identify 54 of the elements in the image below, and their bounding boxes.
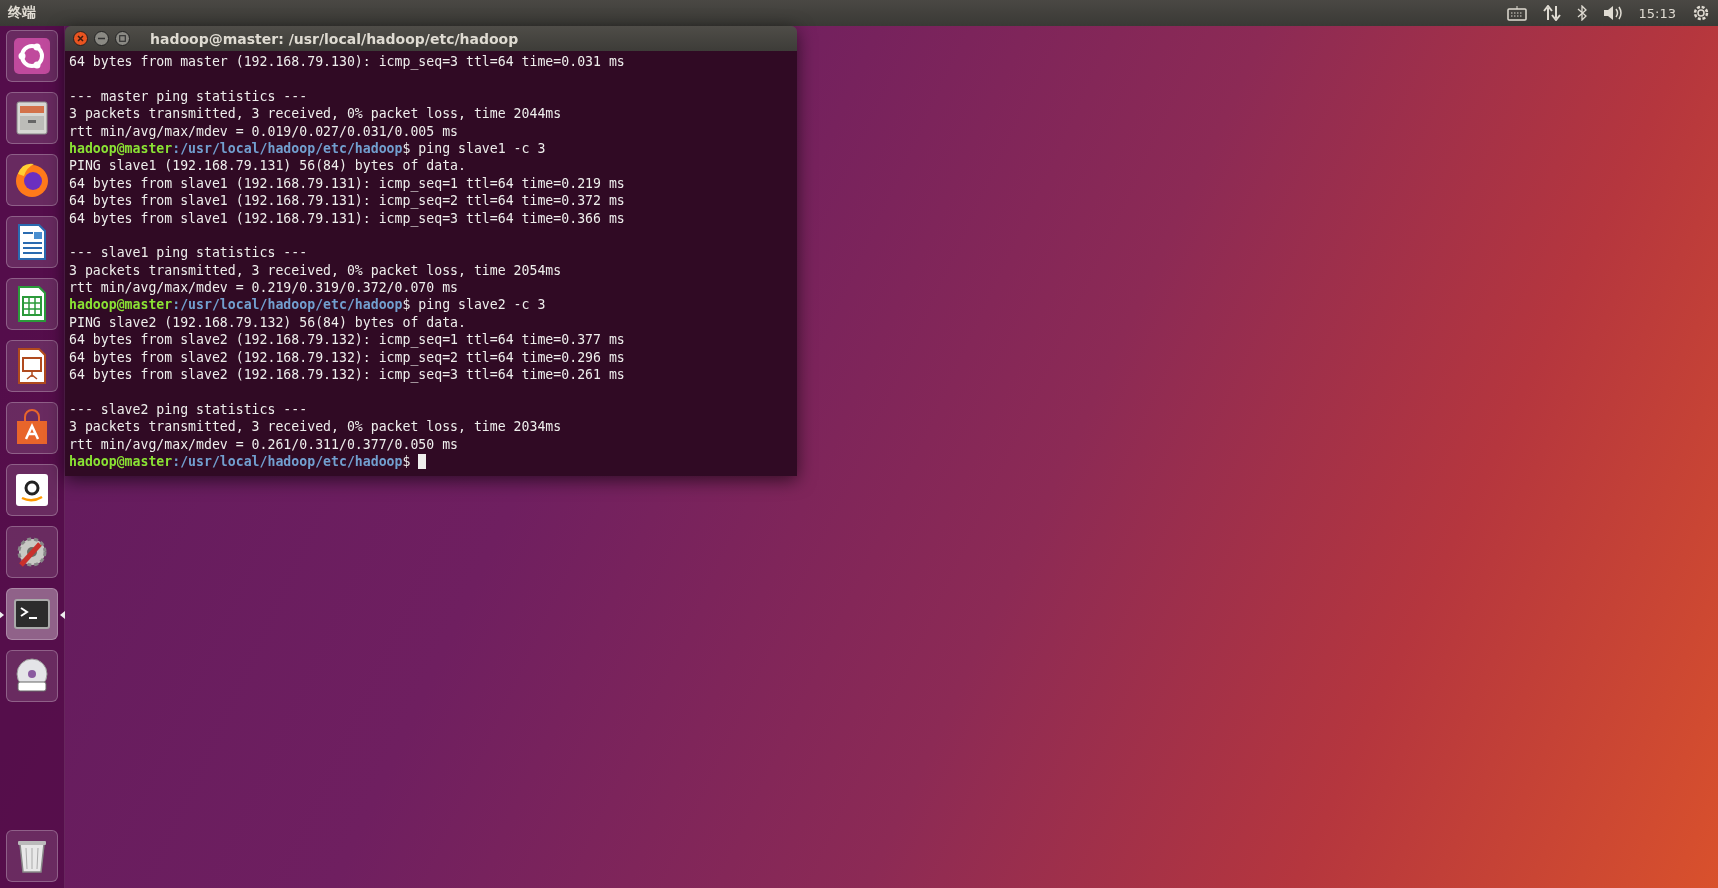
launcher-item[interactable] <box>6 464 58 516</box>
output-line: rtt min/avg/max/mdev = 0.019/0.027/0.031/0.005 ms <box>69 123 459 139</box>
command-text: $ ping slave1 -c 3 <box>402 140 546 156</box>
prompt-user: hadoop@master <box>69 454 173 469</box>
prompt-path: :/usr/local/hadoop/etc/hadoop <box>172 297 403 313</box>
trash-launcher-item[interactable] <box>6 830 58 882</box>
output-line: PING slave2 (192.168.79.132) 56(84) bytes of data. <box>69 314 466 330</box>
launcher-item[interactable] <box>6 92 58 144</box>
output-line: 64 bytes from slave1 (192.168.79.131): icmp_seq=1 ttl=64 time=0.219 ms <box>69 175 625 191</box>
close-button[interactable] <box>73 31 88 46</box>
maximize-button[interactable] <box>115 31 130 46</box>
launcher-item[interactable] <box>6 402 58 454</box>
output-line: 3 packets transmitted, 3 received, 0% packet loss, time 2054ms <box>69 262 562 278</box>
clock[interactable]: 15:13 <box>1638 5 1676 21</box>
prompt-path: :/usr/local/hadoop/etc/hadoop <box>172 140 403 156</box>
output-line: --- master ping statistics --- <box>69 88 308 104</box>
output-line: 64 bytes from master (192.168.79.130): icmp_seq=3 ttl=64 time=0.031 ms <box>69 54 625 69</box>
prompt-user: hadoop@master <box>69 140 173 156</box>
network-arrows-icon[interactable] <box>1542 5 1561 21</box>
output-line: PING slave1 (192.168.79.131) 56(84) bytes of data. <box>69 158 466 174</box>
launcher-item[interactable] <box>6 526 58 578</box>
output-line: 64 bytes from slave1 (192.168.79.131): icmp_seq=3 ttl=64 time=0.366 ms <box>69 210 625 226</box>
minimize-icon <box>98 37 105 40</box>
launcher-item[interactable] <box>6 650 58 702</box>
volume-icon[interactable] <box>1602 5 1623 21</box>
command-text: $ ping slave2 -c 3 <box>402 297 546 313</box>
prompt-path: :/usr/local/hadoop/etc/hadoop <box>172 454 403 469</box>
command-text: $ <box>402 454 412 469</box>
launcher-item[interactable] <box>6 340 58 392</box>
output-line: --- slave1 ping statistics --- <box>69 245 308 261</box>
close-icon <box>77 35 84 42</box>
launcher-item[interactable] <box>6 216 58 268</box>
prompt-user: hadoop@master <box>69 297 173 313</box>
bluetooth-icon[interactable] <box>1576 5 1587 21</box>
power-gear-icon[interactable] <box>1692 4 1710 22</box>
output-line: 64 bytes from slave2 (192.168.79.132): icmp_seq=3 ttl=64 time=0.261 ms <box>69 367 625 383</box>
output-line: rtt min/avg/max/mdev = 0.219/0.319/0.372/0.070 ms <box>69 280 459 296</box>
output-line: rtt min/avg/max/mdev = 0.261/0.311/0.377/0.050 ms <box>69 436 459 452</box>
focus-indicator-icon <box>60 611 65 619</box>
output-line: 64 bytes from slave2 (192.168.79.132): icmp_seq=2 ttl=64 time=0.296 ms <box>69 349 625 365</box>
launcher-item[interactable] <box>6 30 58 82</box>
window-title: hadoop@master: /usr/local/hadoop/etc/hadoop <box>150 30 519 47</box>
output-line: 3 packets transmitted, 3 received, 0% packet loss, time 2034ms <box>69 419 562 435</box>
output-line: 64 bytes from slave2 (192.168.79.132): icmp_seq=1 ttl=64 time=0.377 ms <box>69 332 625 348</box>
launcher-item[interactable] <box>6 154 58 206</box>
keyboard-icon[interactable] <box>1506 5 1527 21</box>
output-line: --- slave2 ping statistics --- <box>69 401 308 417</box>
output-line: 64 bytes from slave1 (192.168.79.131): icmp_seq=2 ttl=64 time=0.372 ms <box>69 193 625 209</box>
launcher-item[interactable] <box>6 278 58 330</box>
active-indicator-icon <box>0 611 4 619</box>
minimize-button[interactable] <box>94 31 109 46</box>
app-title: 终端 <box>8 4 36 22</box>
maximize-icon <box>119 35 126 42</box>
output-line: 3 packets transmitted, 3 received, 0% packet loss, time 2044ms <box>69 106 562 122</box>
